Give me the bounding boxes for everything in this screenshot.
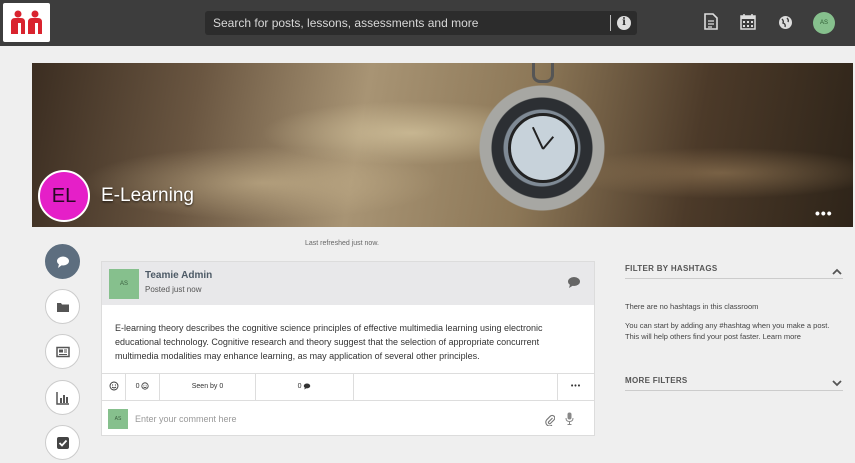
banner-more-button[interactable]: ••• [815, 205, 833, 221]
react-button[interactable] [102, 374, 126, 400]
post-timestamp: Posted just now [145, 285, 202, 294]
divider [625, 390, 843, 391]
comment-count-value: 0 [297, 383, 302, 390]
class-avatar: EL [38, 170, 90, 222]
post-author[interactable]: Teamie Admin [145, 270, 212, 281]
seen-by-button[interactable]: Seen by 0 [160, 374, 256, 400]
attach-icon[interactable] [545, 413, 556, 431]
logo-icon [11, 10, 42, 34]
app-logo[interactable] [3, 3, 50, 42]
smiley-icon [109, 381, 118, 391]
hashtag-hint: You can start by adding any #hashtag whe… [625, 320, 840, 342]
post-actions: 0 Seen by 0 0 ••• [102, 373, 594, 401]
commenter-avatar: AS [108, 409, 128, 429]
author-avatar[interactable]: AS [109, 269, 139, 299]
smiley-icon [141, 382, 150, 390]
calendar-icon[interactable] [740, 13, 756, 35]
divider [625, 278, 843, 279]
top-bar: i AS [0, 0, 855, 46]
checkbox-icon [57, 437, 69, 449]
banner-watch-crown [532, 63, 554, 83]
reaction-count[interactable]: 0 [126, 374, 160, 400]
no-hashtags-message: There are no hashtags in this classroom [625, 302, 759, 311]
chat-icon [57, 256, 69, 268]
info-icon[interactable]: i [617, 16, 631, 30]
nav-posts-button[interactable] [45, 244, 80, 279]
action-spacer [354, 374, 558, 400]
nav-files-button[interactable] [45, 289, 80, 324]
globe-icon[interactable] [778, 15, 793, 35]
nav-tasks-button[interactable] [45, 425, 80, 460]
user-avatar[interactable]: AS [813, 12, 835, 34]
post-header: AS Teamie Admin Posted just now [102, 262, 594, 305]
nav-gradebook-button[interactable] [45, 380, 80, 415]
last-refreshed: Last refreshed just now. [305, 240, 379, 247]
folder-icon [57, 303, 69, 312]
global-search: i [205, 11, 637, 35]
comment-icon [304, 383, 311, 390]
bar-chart-icon [56, 392, 69, 405]
post-body: E-learning theory describes the cognitiv… [115, 323, 543, 361]
filter-hashtags-title[interactable]: FILTER BY HASHTAGS [625, 264, 718, 273]
search-input[interactable] [205, 11, 605, 35]
learn-more-link[interactable]: Learn more [763, 332, 801, 341]
class-title: E-Learning [101, 185, 194, 206]
search-divider [610, 15, 611, 31]
microphone-icon[interactable] [565, 412, 574, 430]
post-type-comment-icon [567, 276, 581, 294]
comment-composer: AS [102, 402, 594, 435]
reaction-count-value: 0 [135, 383, 140, 390]
comment-input[interactable] [135, 408, 525, 430]
post-more-button[interactable]: ••• [558, 374, 594, 400]
comment-count-button[interactable]: 0 [256, 374, 354, 400]
document-icon[interactable] [704, 13, 718, 35]
more-filters-title[interactable]: MORE FILTERS [625, 376, 688, 385]
news-icon [56, 346, 70, 358]
nav-news-button[interactable] [45, 334, 80, 369]
post-card: AS Teamie Admin Posted just now E-learni… [101, 261, 595, 436]
